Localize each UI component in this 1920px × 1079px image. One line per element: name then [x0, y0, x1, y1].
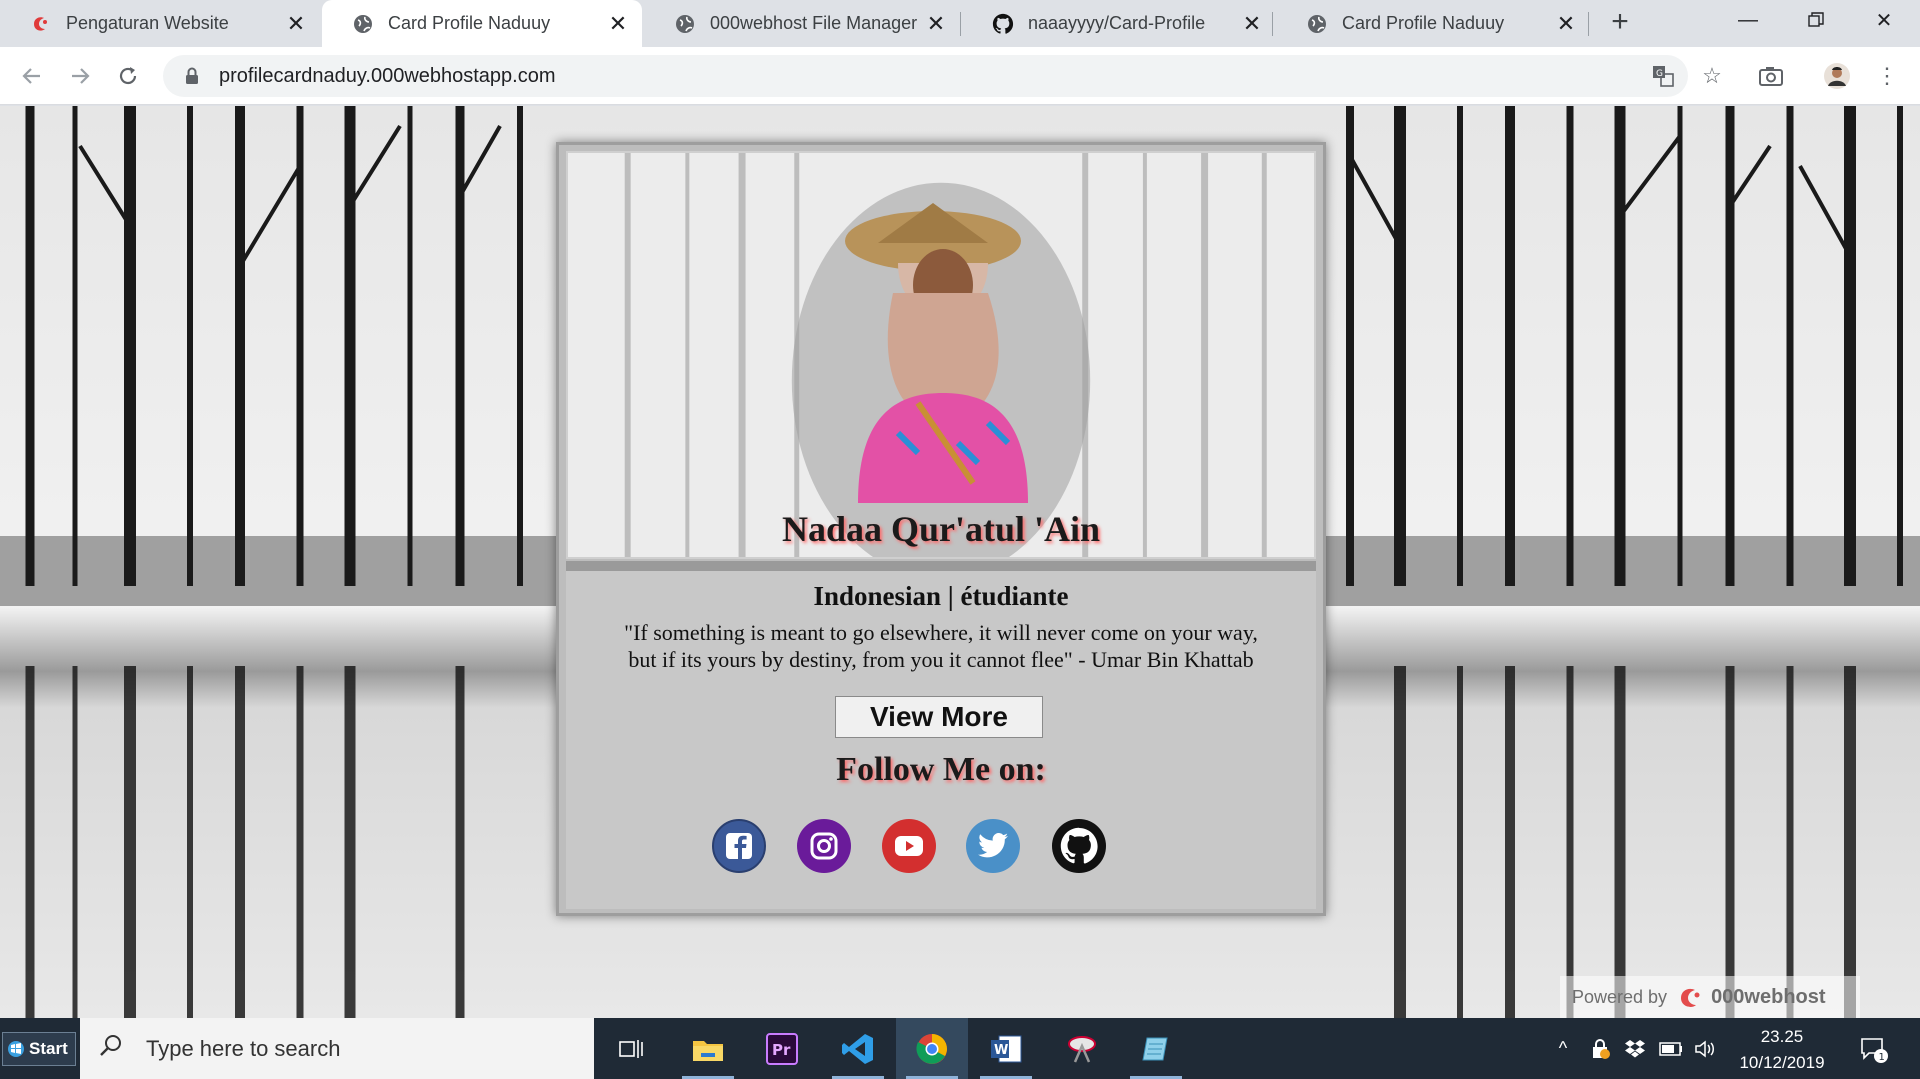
search-placeholder: Type here to search [146, 1035, 341, 1061]
tab-separator [1588, 12, 1589, 36]
reload-button[interactable] [113, 61, 143, 91]
search-icon [98, 1033, 128, 1065]
bookmark-star-icon[interactable]: ☆ [1697, 61, 1727, 91]
clock-date: 10/12/2019 [1739, 1053, 1825, 1072]
dropbox-icon[interactable] [1620, 1018, 1650, 1079]
github-icon[interactable] [1052, 819, 1106, 873]
card-header: Nadaa Qur'atul 'Ain [566, 151, 1316, 559]
chrome-icon[interactable] [896, 1018, 968, 1079]
show-hidden-icons[interactable]: ^ [1548, 1018, 1578, 1079]
powered-by-badge[interactable]: Powered by 000webhost [1560, 976, 1860, 1018]
taskbar-clock[interactable]: 23.25 10/12/2019 [1726, 1024, 1838, 1076]
profile-name: Nadaa Qur'atul 'Ain [781, 509, 1101, 549]
github-icon [992, 13, 1014, 35]
tab-strip: Pengaturan Website ✕ Card Profile Naduuy… [0, 0, 1920, 47]
000webhost-icon [30, 13, 52, 35]
svg-text:W: W [994, 1043, 1008, 1058]
globe-icon [1306, 13, 1328, 35]
notification-center-icon[interactable]: 1 [1852, 1018, 1896, 1079]
svg-text:Pr: Pr [772, 1041, 791, 1059]
forward-button[interactable] [65, 61, 95, 91]
notepad-icon[interactable] [1120, 1018, 1192, 1079]
start-label: Start [29, 1039, 68, 1058]
tab-pengaturan-website[interactable]: Pengaturan Website ✕ [0, 0, 320, 47]
notification-count: 1 [1879, 1052, 1885, 1063]
camera-icon[interactable] [1756, 61, 1786, 91]
restore-button[interactable] [1782, 0, 1850, 40]
tab-card-profile-2[interactable]: Card Profile Naduuy ✕ [1276, 0, 1590, 47]
battery-icon[interactable] [1656, 1018, 1686, 1079]
000webhost-logo: 000webhost [1677, 984, 1826, 1010]
card-divider [566, 561, 1316, 571]
taskbar-search[interactable]: Type here to search [80, 1018, 594, 1079]
windows-taskbar: Start Type here to search Pr W ^ 23.25 1… [0, 1018, 1920, 1079]
minimize-button[interactable]: — [1714, 0, 1782, 40]
new-tab-button[interactable]: + [1605, 7, 1635, 38]
facebook-icon[interactable] [712, 819, 766, 873]
address-bar[interactable]: profilecardnaduy.000webhostapp.com [163, 55, 1688, 97]
000webhost-icon [1681, 988, 1700, 1007]
close-tab-icon[interactable]: ✕ [1556, 11, 1576, 37]
lock-icon [181, 65, 203, 87]
card-body: Indonesian | étudiante "If something is … [566, 571, 1316, 909]
restore-icon [1808, 12, 1824, 27]
globe-icon [352, 13, 374, 35]
url-text: profilecardnaduy.000webhostapp.com [219, 64, 556, 87]
browser-toolbar: profilecardnaduy.000webhostapp.com G ☆ ⋮ [0, 47, 1920, 105]
volume-icon[interactable] [1690, 1018, 1720, 1079]
clock-time: 23.25 [1760, 1027, 1804, 1046]
globe-icon [674, 13, 696, 35]
page-viewport: Nadaa Qur'atul 'Ain Indonesian | étudian… [0, 106, 1920, 1018]
social-links [566, 819, 1316, 875]
twitter-icon[interactable] [966, 819, 1020, 873]
profile-photo [838, 203, 1048, 503]
quote-line: but if its yours by destiny, from you it… [628, 647, 1254, 672]
instagram-icon[interactable] [797, 819, 851, 873]
security-alert-icon[interactable] [1585, 1018, 1615, 1079]
close-tab-icon[interactable]: ✕ [286, 11, 306, 37]
close-tab-icon[interactable]: ✕ [926, 11, 946, 37]
profile-avatar[interactable] [1822, 61, 1852, 91]
quote-line: "If something is meant to go elsewhere, … [624, 620, 1258, 645]
reload-icon [119, 67, 137, 85]
close-window-button[interactable]: ✕ [1850, 0, 1918, 40]
snipping-tool-icon[interactable] [1046, 1018, 1118, 1079]
view-more-button[interactable]: View More [835, 696, 1043, 738]
file-explorer-icon[interactable] [672, 1018, 744, 1079]
close-tab-icon[interactable]: ✕ [1242, 11, 1262, 37]
close-tab-icon[interactable]: ✕ [608, 11, 628, 37]
tab-file-manager[interactable]: 000webhost File Manager ✕ [644, 0, 960, 47]
vscode-icon[interactable] [822, 1018, 894, 1079]
youtube-icon[interactable] [882, 819, 936, 873]
tab-card-profile-active[interactable]: Card Profile Naduuy ✕ [322, 0, 642, 47]
tab-separator [960, 12, 961, 36]
profile-card: Nadaa Qur'atul 'Ain Indonesian | étudian… [556, 142, 1326, 916]
translate-icon[interactable]: G [1648, 61, 1678, 91]
word-icon[interactable]: W [970, 1018, 1042, 1079]
back-button[interactable] [17, 61, 47, 91]
profile-subtitle: Indonesian | étudiante [813, 581, 1069, 611]
start-button[interactable]: Start [2, 1032, 76, 1066]
windows-orb-icon [8, 1041, 24, 1057]
svg-text:G: G [1656, 69, 1663, 79]
follow-title: Follow Me on: [836, 751, 1046, 788]
000webhost-brand: 000webhost [1711, 985, 1826, 1008]
tab-github-repo[interactable]: naaayyyy/Card-Profile ✕ [962, 0, 1276, 47]
powered-by-label: Powered by [1572, 986, 1668, 1007]
tab-separator [1272, 12, 1273, 36]
profile-quote: "If something is meant to go elsewhere, … [586, 619, 1296, 673]
back-arrow-icon [22, 68, 40, 84]
task-view-icon[interactable] [596, 1018, 668, 1079]
forward-arrow-icon [72, 68, 90, 84]
premiere-pro-icon[interactable]: Pr [746, 1018, 818, 1079]
menu-kebab-icon[interactable]: ⋮ [1872, 61, 1902, 91]
